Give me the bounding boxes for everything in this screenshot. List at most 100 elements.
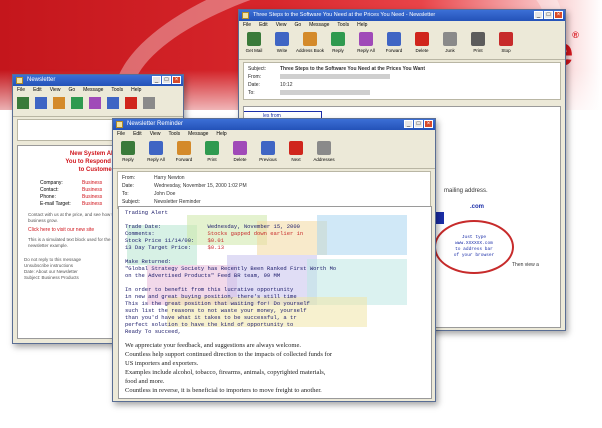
- header-row: Subject: Newsletter Reminder: [122, 198, 426, 206]
- menu-item-edit[interactable]: Edit: [33, 86, 42, 95]
- maximize-button[interactable]: □: [544, 11, 553, 19]
- toolbar-label: Previous: [259, 157, 277, 162]
- maximize-button[interactable]: □: [162, 76, 171, 84]
- window-titlebar[interactable]: Three Steps to the Software You Need at …: [239, 10, 565, 21]
- menu-item-file[interactable]: File: [17, 86, 25, 95]
- toolbar-icon[interactable]: [107, 97, 119, 109]
- stop-button[interactable]: Stop: [495, 32, 517, 53]
- reply-all-button[interactable]: Reply All: [355, 32, 377, 53]
- site-link[interactable]: .com: [470, 204, 484, 210]
- addresses-button[interactable]: Addresses: [313, 141, 335, 162]
- header-label: Date:: [122, 183, 134, 189]
- minimize-button[interactable]: _: [534, 11, 543, 19]
- menu-item-view[interactable]: View: [276, 21, 287, 30]
- forward-button[interactable]: Forward: [383, 32, 405, 53]
- header-value: Newsletter Reminder: [154, 199, 201, 205]
- header-value: John Doe: [154, 191, 176, 197]
- junk-icon: [443, 32, 457, 46]
- next-button[interactable]: Next: [285, 141, 307, 162]
- window-titlebar[interactable]: Newsletter _ □ ×: [13, 75, 183, 86]
- print-button[interactable]: Print: [201, 141, 223, 162]
- menu-item-help[interactable]: Help: [131, 86, 141, 95]
- menu-item-tools[interactable]: Tools: [111, 86, 123, 95]
- maximize-button[interactable]: □: [414, 120, 423, 128]
- toolbar: Get Mail Write Address Book Reply Reply All F…: [239, 30, 565, 60]
- field-value: Business: [82, 180, 103, 186]
- toolbar-icon[interactable]: [125, 97, 137, 109]
- delete-icon: [233, 141, 247, 155]
- annotation-oval: Just type www.XXXXXX.com to address bar …: [434, 220, 514, 274]
- toolbar-label: Forward: [385, 48, 403, 53]
- menu-item-message[interactable]: Message: [309, 21, 329, 30]
- menu-item-file[interactable]: File: [117, 130, 125, 139]
- menu-item-go[interactable]: Go: [68, 86, 75, 95]
- menu-item-help[interactable]: Help: [357, 21, 367, 30]
- plain-line: Countless help support continued directi…: [125, 351, 333, 358]
- alert-line: Comments: Stocks gapped down earlier in: [125, 230, 425, 237]
- field-value: Business: [82, 187, 103, 193]
- menu-item-message[interactable]: Message: [188, 130, 208, 139]
- menu-item-message[interactable]: Message: [83, 86, 103, 95]
- toolbar: [13, 95, 183, 117]
- toolbar-icon[interactable]: [89, 97, 101, 109]
- menu-item-tools[interactable]: Tools: [168, 130, 180, 139]
- junk-button[interactable]: Junk: [439, 32, 461, 53]
- menu-item-edit[interactable]: Edit: [133, 130, 142, 139]
- window-titlebar[interactable]: Newsletter Reminder _ □ ×: [113, 119, 435, 130]
- alert-line-text: on the Advertised Products" Feed BR team…: [125, 272, 281, 279]
- field-label: E-mail Target:: [40, 201, 71, 207]
- app-icon: [116, 121, 123, 128]
- menu-item-file[interactable]: File: [243, 21, 251, 30]
- reply-button[interactable]: Reply: [117, 141, 139, 162]
- menu-item-go[interactable]: Go: [294, 21, 301, 30]
- alert-line: perfect solution to have the kind of opp…: [125, 321, 425, 328]
- close-button[interactable]: ×: [172, 76, 181, 84]
- minimize-button[interactable]: _: [152, 76, 161, 84]
- alert-line-text: Make Returned:: [125, 258, 172, 265]
- print-icon: [471, 32, 485, 46]
- message-body: Trading Alert Trade Date: Wednesday, Nov…: [118, 206, 432, 399]
- alert-line-text: This is the great position that waiting …: [125, 300, 310, 307]
- write-icon: [275, 32, 289, 46]
- plain-line: Countless in reverse, it is beneficial t…: [125, 387, 322, 394]
- app-icon: [242, 12, 249, 19]
- menu-item-help[interactable]: Help: [216, 130, 226, 139]
- write-button[interactable]: Write: [271, 32, 293, 53]
- toolbar-icon[interactable]: [35, 97, 47, 109]
- menu-item-edit[interactable]: Edit: [259, 21, 268, 30]
- close-button[interactable]: ×: [554, 11, 563, 19]
- alert-line-text: Comments:: [125, 230, 208, 237]
- get-mail-button[interactable]: Get Mail: [243, 32, 265, 53]
- minimize-button[interactable]: _: [404, 120, 413, 128]
- reply-all-button[interactable]: Reply All: [145, 141, 167, 162]
- close-button[interactable]: ×: [424, 120, 433, 128]
- newsletter-window-front[interactable]: Newsletter Reminder _ □ × File Edit View Tool…: [112, 118, 436, 402]
- toolbar-icon[interactable]: [71, 97, 83, 109]
- alert-line-text: perfect solution to have the kind of opp…: [125, 321, 294, 328]
- menu-item-view[interactable]: View: [150, 130, 161, 139]
- menu-item-tools[interactable]: Tools: [337, 21, 349, 30]
- address-book-button[interactable]: Address Book: [296, 32, 324, 53]
- alert-line: than you'd have what it takes to be succ…: [125, 314, 425, 321]
- menu-item-view[interactable]: View: [50, 86, 61, 95]
- delete-button[interactable]: Delete: [411, 32, 433, 53]
- field-value: Business: [82, 194, 103, 200]
- alert-line: Trading Alert: [125, 209, 425, 216]
- alert-line: This is the great position that waiting …: [125, 300, 425, 307]
- print-button[interactable]: Print: [467, 32, 489, 53]
- alert-line-text: "Global Strategy Society has Recently Be…: [125, 265, 337, 272]
- alert-line: Ready To succeed,: [125, 328, 425, 335]
- toolbar-icon[interactable]: [53, 97, 65, 109]
- toolbar-icon[interactable]: [17, 97, 29, 109]
- mailing-address-text: mailing address.: [444, 188, 488, 194]
- toolbar-label: Reply: [332, 48, 344, 53]
- alert-line-text: Ready To succeed,: [125, 328, 182, 335]
- alert-line: [125, 279, 425, 286]
- reply-all-icon: [359, 32, 373, 46]
- toolbar-icon[interactable]: [143, 97, 155, 109]
- reply-button[interactable]: Reply: [327, 32, 349, 53]
- delete-button[interactable]: Delete: [229, 141, 251, 162]
- previous-button[interactable]: Previous: [257, 141, 279, 162]
- plain-line: food and more.: [125, 378, 165, 385]
- forward-button[interactable]: Forward: [173, 141, 195, 162]
